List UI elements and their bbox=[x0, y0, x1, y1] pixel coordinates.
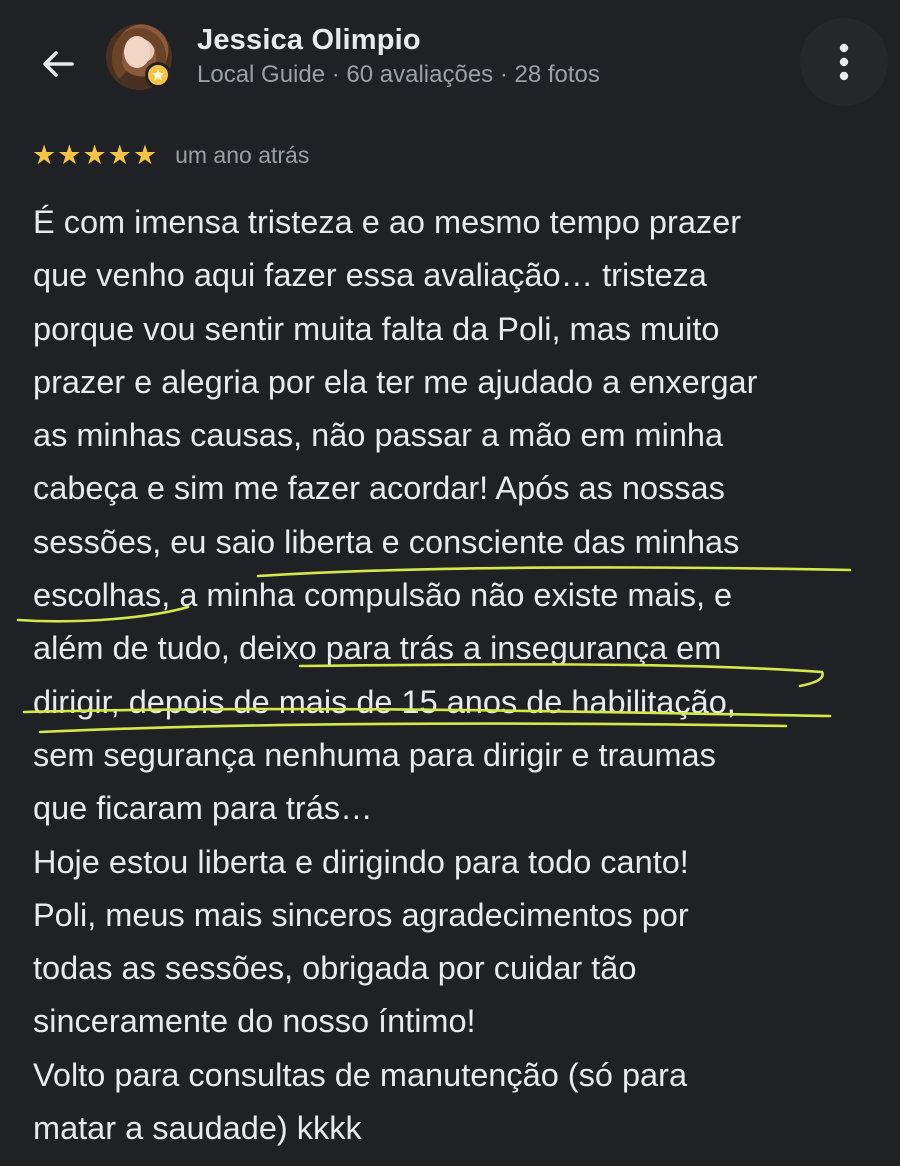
star-icon: ★ bbox=[107, 139, 132, 170]
review-line: que ficaram para trás… bbox=[33, 790, 373, 827]
more-vertical-icon bbox=[839, 43, 849, 81]
review-line: Hoje estou liberta e dirigindo para todo… bbox=[33, 843, 689, 880]
review-line: prazer e alegria por ela ter me ajudado … bbox=[33, 363, 758, 400]
arrow-left-icon bbox=[43, 51, 74, 77]
reviewer-name[interactable]: Jessica Olimpio bbox=[197, 24, 421, 57]
star-badge-icon bbox=[152, 69, 164, 81]
review-line: além de tudo, deixo para trás a insegura… bbox=[33, 630, 722, 667]
star-rating: ★ ★ ★ ★ ★ bbox=[32, 139, 158, 170]
review-text: É com imensa tristeza e ao mesmo tempo p… bbox=[33, 196, 883, 1155]
review-line: Volto para consultas de manutenção (só p… bbox=[33, 1056, 688, 1093]
review-line: É com imensa tristeza e ao mesmo tempo p… bbox=[33, 204, 742, 240]
review-date: um ano atrás bbox=[175, 141, 310, 168]
review-line: sessões, eu saio liberta e consciente da… bbox=[33, 523, 740, 560]
local-guide-badge-icon bbox=[145, 62, 171, 88]
star-icon: ★ bbox=[82, 139, 107, 170]
review-line: que venho aqui fazer essa avaliação… tri… bbox=[33, 257, 707, 294]
star-icon: ★ bbox=[57, 139, 82, 170]
reviewer-stats: Local Guide · 60 avaliações · 28 fotos bbox=[197, 61, 600, 88]
review-line: sinceramente do nosso íntimo! bbox=[33, 1003, 476, 1040]
rating-row: ★ ★ ★ ★ ★ um ano atrás bbox=[32, 138, 309, 172]
star-icon: ★ bbox=[132, 139, 158, 170]
review-line: dirigir, depois de mais de 15 anos de ha… bbox=[33, 683, 736, 720]
review-line: as minhas causas, não passar a mão em mi… bbox=[33, 417, 724, 454]
review-line: cabeça e sim me fazer acordar! Após as n… bbox=[33, 470, 725, 507]
review-line: todas as sessões, obrigada por cuidar tã… bbox=[33, 950, 637, 987]
more-options-button[interactable] bbox=[800, 18, 888, 106]
review-line: sem segurança nenhuma para dirigir e tra… bbox=[33, 736, 716, 773]
review-header: Jessica Olimpio Local Guide · 60 avaliaç… bbox=[0, 0, 900, 120]
review-line: escolhas, a minha compulsão não existe m… bbox=[33, 577, 733, 614]
review-line: porque vou sentir muita falta da Poli, m… bbox=[33, 310, 720, 347]
star-icon: ★ bbox=[32, 139, 57, 170]
review-line: Poli, meus mais sinceros agradecimentos … bbox=[33, 896, 689, 933]
review-line: matar a saudade) kkkk bbox=[33, 1110, 362, 1147]
avatar-face bbox=[124, 36, 150, 68]
back-button[interactable] bbox=[30, 36, 86, 92]
